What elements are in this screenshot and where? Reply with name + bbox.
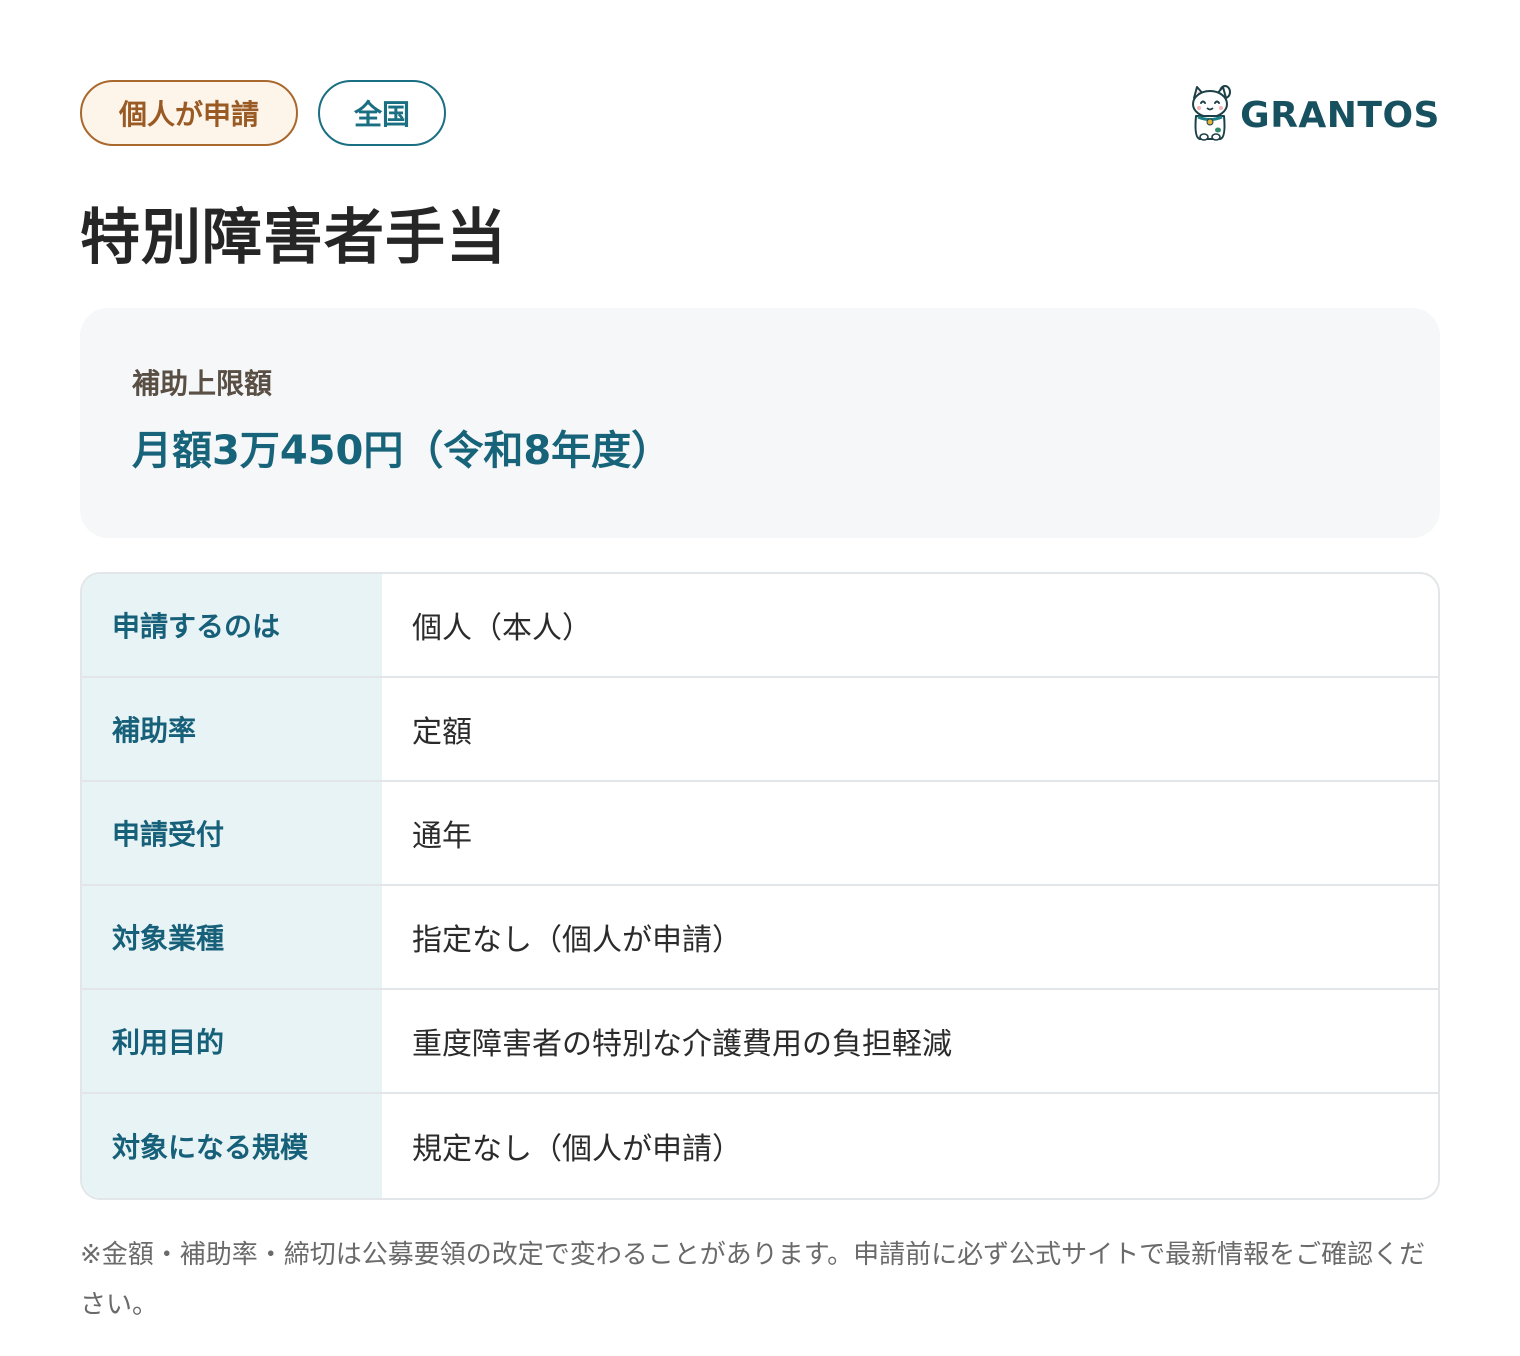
table-row: 対象になる規模 規定なし（個人が申請） <box>82 1094 1438 1198</box>
row-value-industry: 指定なし（個人が申請） <box>412 923 742 958</box>
row-value-application-period: 通年 <box>412 819 472 854</box>
row-value-subsidy-rate: 定額 <box>412 715 472 750</box>
row-value-purpose: 重度障害者の特別な介護費用の負担軽減 <box>412 1027 952 1062</box>
row-key-applicant: 申請するのは <box>82 574 382 676</box>
table-row: 申請するのは 個人（本人） <box>82 574 1438 678</box>
disclaimer-note: ※金額・補助率・締切は公募要領の改定で変わることがあります。申請前に必ず公式サイ… <box>80 1240 1426 1320</box>
table-row: 申請受付 通年 <box>82 782 1438 886</box>
lucky-cat-icon <box>1188 84 1232 146</box>
row-key-application-period: 申請受付 <box>82 782 382 884</box>
header-row: 個人が申請 全国 GRANTOS <box>80 80 1440 150</box>
table-row: 対象業種 指定なし（個人が申請） <box>82 886 1438 990</box>
brand-name: GRANTOS <box>1240 94 1440 136</box>
row-value-scale: 規定なし（個人が申請） <box>412 1132 742 1167</box>
row-value-applicant: 個人（本人） <box>412 611 592 646</box>
row-key-purpose: 利用目的 <box>82 990 382 1092</box>
brand-logo[interactable]: GRANTOS <box>1188 84 1440 146</box>
table-row: 利用目的 重度障害者の特別な介護費用の負担軽減 <box>82 990 1438 1094</box>
grant-summary-page: 個人が申請 全国 GRANTOS 特別障害者手当 補助上限額 月額3万450円（… <box>80 80 1440 1356</box>
row-key-scale: 対象になる規模 <box>82 1094 382 1198</box>
page-title: 特別障害者手当 <box>80 203 507 273</box>
row-key-subsidy-rate: 補助率 <box>82 678 382 780</box>
tag-region-nationwide[interactable]: 全国 <box>318 80 446 146</box>
table-row: 補助率 定額 <box>82 678 1438 782</box>
details-table: 申請するのは 個人（本人） 補助率 定額 申請受付 通年 対象業種 指定なし（個… <box>80 572 1440 1200</box>
row-key-industry: 対象業種 <box>82 886 382 988</box>
amount-card: 補助上限額 月額3万450円（令和8年度） <box>80 308 1440 538</box>
tag-applicant-individual[interactable]: 個人が申請 <box>80 80 298 146</box>
amount-value: 月額3万450円（令和8年度） <box>132 428 672 474</box>
amount-label: 補助上限額 <box>132 367 273 400</box>
